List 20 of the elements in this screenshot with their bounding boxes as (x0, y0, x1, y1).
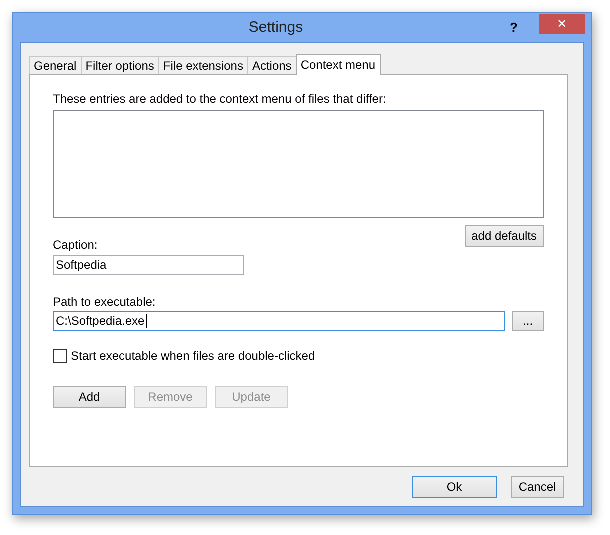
path-label: Path to executable: (53, 295, 157, 309)
dialog-button[interactable]: Cancel (511, 476, 564, 498)
caption-label: Caption: (53, 238, 98, 252)
tab[interactable]: General (29, 56, 82, 74)
dialog-button[interactable]: Ok (412, 476, 497, 498)
description-text: These entries are added to the context menu of files that differ: (53, 92, 388, 106)
caption-field[interactable]: Softpedia (53, 255, 244, 275)
checkbox[interactable] (53, 349, 67, 363)
close-button[interactable]: ✕ (539, 14, 585, 34)
entry-button[interactable]: Add (53, 386, 126, 408)
window-title: Settings (248, 19, 304, 36)
add-defaults-button[interactable]: add defaults (464, 225, 544, 247)
tab[interactable]: Context menu (296, 54, 381, 75)
entries-list[interactable] (53, 110, 544, 218)
browse-button[interactable]: ... (512, 311, 544, 331)
help-button[interactable]: ? (499, 20, 529, 35)
path-field[interactable]: C:\Softpedia.exe (53, 311, 506, 331)
tab[interactable]: Filter options (80, 56, 160, 74)
checkbox-label[interactable]: Start executable when files are double-clicked (71, 349, 316, 363)
text-cursor (146, 314, 147, 328)
